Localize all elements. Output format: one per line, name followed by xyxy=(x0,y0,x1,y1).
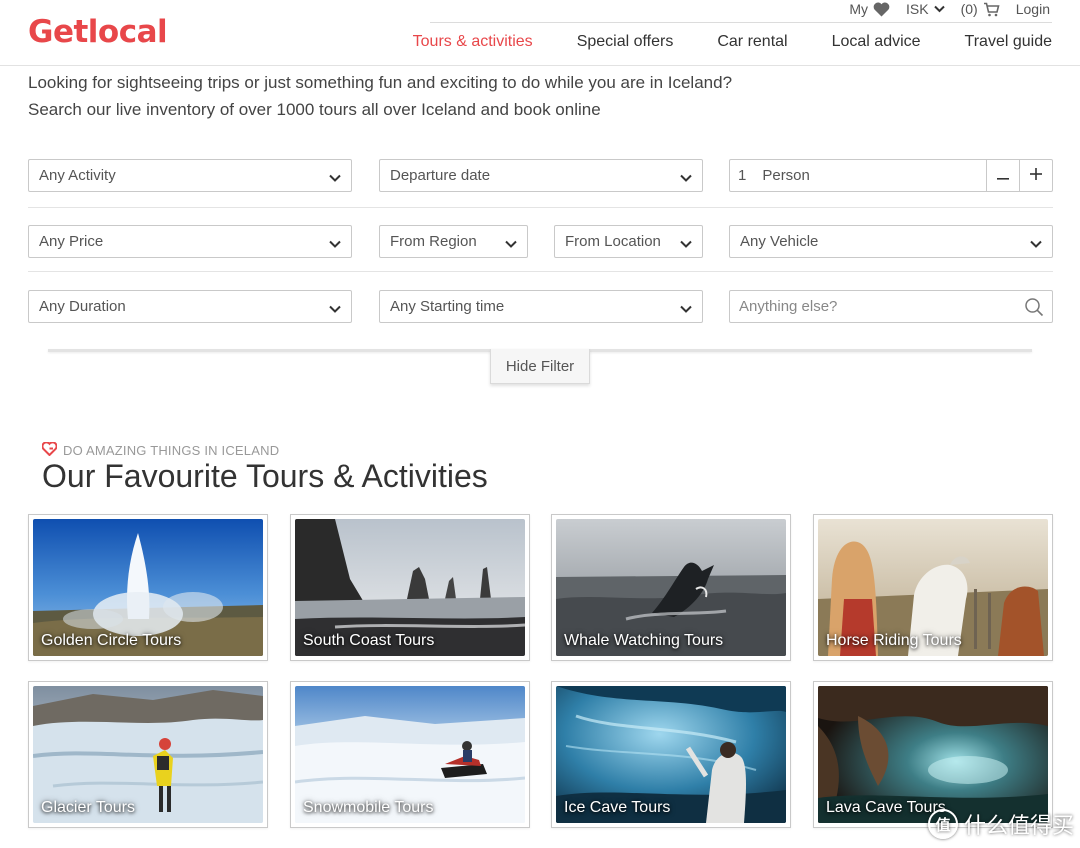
utility-bar: My ISK (0) Login xyxy=(849,0,1050,18)
cart-link[interactable]: (0) xyxy=(961,1,1000,17)
my-label: My xyxy=(849,1,869,17)
search-input[interactable] xyxy=(739,298,1009,315)
chevron-down-icon xyxy=(329,301,341,318)
tour-image-whale-watching: Whale Watching Tours xyxy=(556,519,786,656)
location-value: From Location xyxy=(565,233,661,250)
starting-time-value: Any Starting time xyxy=(390,298,505,315)
filter-separator xyxy=(28,207,1053,208)
login-label: Login xyxy=(1015,1,1050,17)
currency-selector[interactable]: ISK xyxy=(906,1,945,17)
tour-label: Whale Watching Tours xyxy=(564,632,724,649)
activity-select[interactable]: Any Activity xyxy=(28,159,352,192)
tour-label: Glacier Tours xyxy=(41,799,135,816)
search-field xyxy=(729,290,1053,323)
tour-image-south-coast: South Coast Tours xyxy=(295,519,525,656)
tour-card[interactable]: Whale Watching Tours xyxy=(551,514,791,661)
logo[interactable]: Getlocal xyxy=(28,12,168,52)
tour-image-golden-circle: Golden Circle Tours xyxy=(33,519,263,656)
tour-image-lava-cave: Lava Cave Tours xyxy=(818,686,1048,823)
heart-icon xyxy=(873,2,890,17)
nav-item-car-rental[interactable]: Car rental xyxy=(717,33,787,51)
nav-item-tours-activities[interactable]: Tours & activities xyxy=(413,33,533,51)
tour-card[interactable]: Horse Riding Tours xyxy=(813,514,1053,661)
tour-label: Horse Riding Tours xyxy=(826,632,962,649)
chevron-down-icon xyxy=(329,236,341,253)
duration-select[interactable]: Any Duration xyxy=(28,290,352,323)
departure-date-select[interactable]: Departure date xyxy=(379,159,703,192)
chevron-down-icon xyxy=(1030,236,1042,253)
nav-item-special-offers[interactable]: Special offers xyxy=(577,33,674,51)
cart-icon xyxy=(983,2,1000,17)
decrease-persons-button[interactable] xyxy=(986,160,1019,191)
tour-card[interactable]: Golden Circle Tours xyxy=(28,514,268,661)
tour-label: Snowmobile Tours xyxy=(303,799,434,816)
chevron-down-icon xyxy=(933,5,945,13)
intro-text: Looking for sightseeing trips or just so… xyxy=(28,69,732,123)
duration-value: Any Duration xyxy=(39,298,126,315)
activity-value: Any Activity xyxy=(39,167,116,184)
tour-card[interactable]: Snowmobile Tours xyxy=(290,681,530,828)
section-kicker: DO AMAZING THINGS IN ICELAND xyxy=(41,441,280,459)
kicker-text: DO AMAZING THINGS IN ICELAND xyxy=(63,443,280,458)
persons-count: 1 xyxy=(738,167,747,184)
region-value: From Region xyxy=(390,233,477,250)
section-title: Our Favourite Tours & Activities xyxy=(42,458,488,494)
nav-divider xyxy=(430,22,1052,23)
nav-item-travel-guide[interactable]: Travel guide xyxy=(965,33,1052,51)
departure-date-value: Departure date xyxy=(390,167,491,184)
nav-item-local-advice[interactable]: Local advice xyxy=(832,33,921,51)
chevron-down-icon xyxy=(505,236,517,253)
hide-filter-button[interactable]: Hide Filter xyxy=(490,349,590,384)
vehicle-select[interactable]: Any Vehicle xyxy=(729,225,1053,258)
chevron-down-icon xyxy=(680,301,692,318)
tour-image-glacier: Glacier Tours xyxy=(33,686,263,823)
watermark: 值 什么值得买 xyxy=(927,808,1074,840)
tour-card[interactable]: Ice Cave Tours xyxy=(551,681,791,828)
tour-image-horse-riding: Horse Riding Tours xyxy=(818,519,1048,656)
brand-g-icon xyxy=(41,441,58,459)
starting-time-select[interactable]: Any Starting time xyxy=(379,290,703,323)
tour-card[interactable]: South Coast Tours xyxy=(290,514,530,661)
intro-line-1: Looking for sightseeing trips or just so… xyxy=(28,73,733,92)
watermark-badge: 值 xyxy=(927,809,958,839)
vehicle-value: Any Vehicle xyxy=(740,233,819,250)
persons-display: 1 Person xyxy=(730,160,986,191)
price-select[interactable]: Any Price xyxy=(28,225,352,258)
tour-card[interactable]: Lava Cave Tours xyxy=(813,681,1053,828)
currency-label: ISK xyxy=(906,1,929,17)
my-favourites-link[interactable]: My xyxy=(849,1,890,17)
tour-card[interactable]: Glacier Tours xyxy=(28,681,268,828)
persons-stepper: 1 Person xyxy=(729,159,1053,192)
chevron-down-icon xyxy=(329,170,341,187)
chevron-down-icon xyxy=(680,236,692,253)
chevron-down-icon xyxy=(680,170,692,187)
main-nav: Tours & activities Special offers Car re… xyxy=(413,33,1052,51)
persons-label: Person xyxy=(762,167,810,184)
tour-label: Golden Circle Tours xyxy=(41,632,182,649)
tour-label: Ice Cave Tours xyxy=(564,799,671,816)
search-icon[interactable] xyxy=(1024,297,1044,321)
tour-label: South Coast Tours xyxy=(303,632,435,649)
tour-image-snowmobile: Snowmobile Tours xyxy=(295,686,525,823)
intro-line-2: Search our live inventory of over 1000 t… xyxy=(28,100,601,119)
minus-icon xyxy=(997,167,1010,185)
plus-icon xyxy=(1030,167,1043,185)
price-value: Any Price xyxy=(39,233,104,250)
logo-text: Getlocal xyxy=(28,14,168,50)
tour-image-ice-cave: Ice Cave Tours xyxy=(556,686,786,823)
watermark-text: 什么值得买 xyxy=(963,813,1074,838)
filter-separator xyxy=(28,271,1053,272)
cart-count: (0) xyxy=(960,1,978,17)
login-link[interactable]: Login xyxy=(1016,1,1050,17)
location-select[interactable]: From Location xyxy=(554,225,703,258)
site-header: Getlocal My ISK (0) Login Tours & activi… xyxy=(0,0,1080,66)
increase-persons-button[interactable] xyxy=(1019,160,1052,191)
region-select[interactable]: From Region xyxy=(379,225,528,258)
